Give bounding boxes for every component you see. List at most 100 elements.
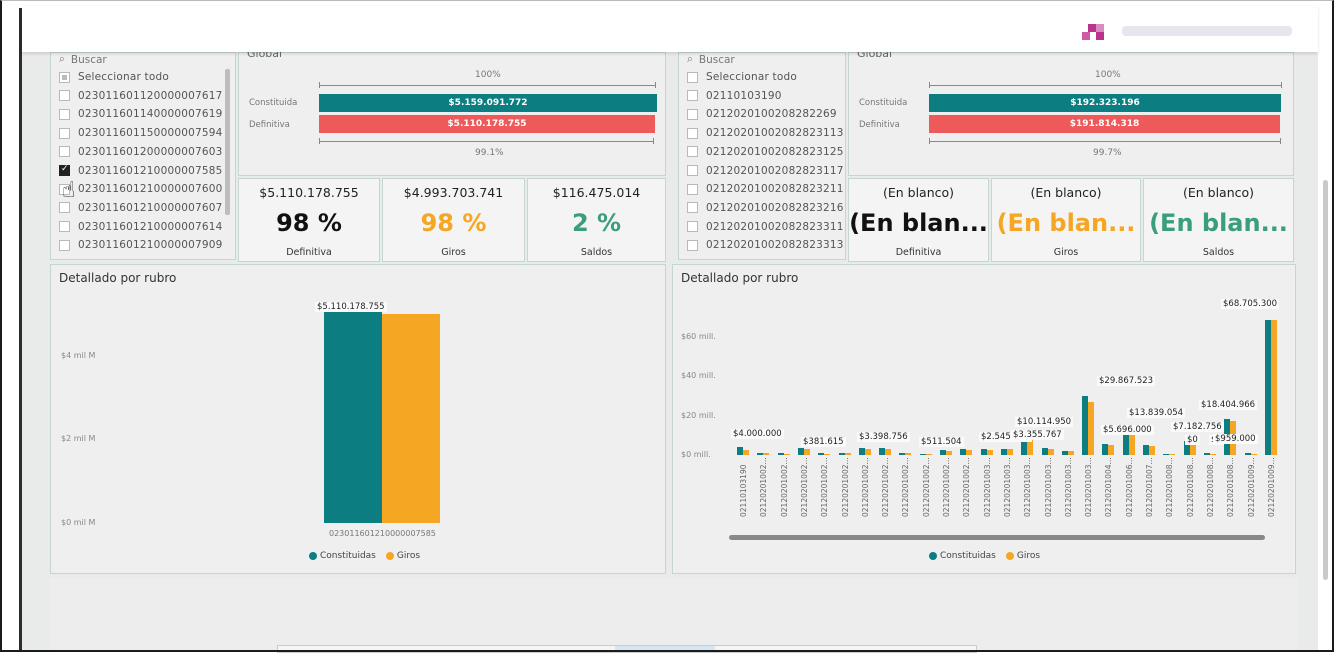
bar-giros[interactable] <box>925 454 932 455</box>
slicer-item[interactable]: 023011601150000007594 <box>59 125 223 141</box>
bar-giros[interactable] <box>844 453 851 455</box>
bar-giros[interactable] <box>1006 449 1013 455</box>
slicer-item-label: 023011601210000007585 <box>78 164 223 177</box>
y-tick-label: $0 mill. <box>681 450 711 459</box>
constituida-bar[interactable]: $5.159.091.772 <box>319 94 657 112</box>
slicer-item[interactable]: 02120201002082823113 <box>687 125 844 141</box>
slicer-item[interactable]: 023011601210000007607 <box>59 200 223 216</box>
legend-item[interactable]: Constituidas <box>929 551 996 561</box>
constituida-bar-value: $5.159.091.772 <box>448 98 528 108</box>
x-category-label: 02120201003... <box>1084 457 1094 517</box>
slicer-item[interactable]: 02110103190 <box>687 88 782 104</box>
checkbox[interactable] <box>687 239 698 251</box>
checkbox[interactable] <box>59 164 70 176</box>
slicer-item[interactable]: 02120201002082823125 <box>687 144 844 160</box>
bar-giros[interactable] <box>1209 454 1216 455</box>
checkbox[interactable] <box>59 90 70 102</box>
checkbox[interactable] <box>59 146 70 158</box>
bar-giros[interactable] <box>1067 451 1074 455</box>
slicer-item[interactable]: 023011601200000007603 <box>59 144 223 160</box>
bar-giros[interactable] <box>743 450 749 455</box>
checkbox[interactable] <box>59 202 70 214</box>
global-bottom-tick-left <box>929 138 930 144</box>
kpi-card-saldos: $116.475.014 2 % Saldos <box>527 178 666 262</box>
checkbox[interactable] <box>687 146 698 158</box>
bar-giros[interactable] <box>1047 449 1054 455</box>
slicer-item[interactable]: 023011601120000007617 <box>59 88 223 104</box>
legend-label: Constituidas <box>940 551 996 561</box>
slicer-search[interactable]: ⌕ Buscar <box>59 53 107 66</box>
checkbox[interactable] <box>59 239 70 251</box>
bar-giros[interactable] <box>1149 446 1155 455</box>
bar-giros[interactable] <box>1169 454 1176 455</box>
slicer-scrollbar[interactable] <box>225 69 230 215</box>
bar-giros[interactable] <box>763 453 770 455</box>
window-edge <box>19 8 22 652</box>
checkbox[interactable] <box>687 165 698 176</box>
bar1-label: Constituida <box>859 98 908 108</box>
chart-title: Detallado por rubro <box>59 271 177 285</box>
checkbox[interactable] <box>59 127 70 139</box>
slicer-search[interactable]: ⌕ Buscar <box>687 53 735 66</box>
checkbox[interactable] <box>687 183 698 195</box>
bar-giros[interactable] <box>1128 433 1135 455</box>
bar-giros[interactable] <box>803 449 810 455</box>
slicer-item[interactable]: 023011601210000007614 <box>59 219 223 235</box>
slicer-item[interactable]: 023011601210000007909 <box>59 237 223 253</box>
definitiva-bar[interactable]: $5.110.178.755 <box>319 115 655 133</box>
bar-giros[interactable] <box>382 314 440 523</box>
slicer-item[interactable]: 023011601210000007600 <box>59 181 223 197</box>
legend-item[interactable]: Giros <box>385 551 421 561</box>
slicer-item[interactable]: 023011601210000007585 <box>59 163 223 179</box>
legend-item[interactable]: Giros <box>1005 551 1040 561</box>
y-tick-label: $60 mill. <box>681 331 716 341</box>
slicer-item[interactable]: 02120201002082823311 <box>687 219 844 235</box>
checkbox[interactable] <box>687 90 698 102</box>
global-bottom-tick-right <box>653 138 654 144</box>
left-detail-chart: Detallado por rubro $0 mil M $2 mil M $4 m… <box>50 264 666 574</box>
bar-giros[interactable] <box>783 453 790 455</box>
x-category-label: 02120201002... <box>901 457 911 517</box>
kpi-label: Saldos <box>1202 247 1235 258</box>
checkbox[interactable] <box>59 71 70 83</box>
checkbox[interactable] <box>687 202 698 214</box>
bar-giros[interactable] <box>824 453 831 455</box>
select-all-item[interactable]: Seleccionar todo <box>687 69 797 85</box>
legend-label: Giros <box>396 551 421 561</box>
checkbox[interactable] <box>687 221 698 233</box>
bar-giros[interactable] <box>966 450 973 455</box>
x-category-label: 02120201002... <box>820 457 830 517</box>
kpi-label: Saldos <box>580 247 613 258</box>
constituida-bar[interactable]: $192.323.196 <box>929 94 1281 112</box>
brand-logo-text <box>1122 26 1292 36</box>
slicer-item[interactable]: 02120201002082823313 <box>687 237 844 253</box>
x-category-label: 02120201008... <box>1185 457 1195 517</box>
slicer-item[interactable]: 02120201002082823216 <box>687 200 844 216</box>
bar-giros[interactable] <box>1270 319 1277 455</box>
checkbox[interactable] <box>59 108 70 120</box>
page-scrollbar[interactable] <box>1323 180 1328 580</box>
bar-giros[interactable] <box>905 453 912 455</box>
bar-giros[interactable] <box>946 450 952 455</box>
bar-giros[interactable] <box>1088 401 1095 455</box>
slicer-item[interactable]: 0212020100208282269 <box>687 106 837 122</box>
checkbox[interactable] <box>59 221 70 233</box>
slicer-item[interactable]: 02120201002082823117 <box>687 163 844 179</box>
select-all-item[interactable]: Seleccionar todo <box>59 69 169 85</box>
bar-giros[interactable] <box>1250 454 1257 455</box>
definitiva-bar[interactable]: $191.814.318 <box>929 115 1280 133</box>
bar-giros[interactable] <box>1108 445 1115 455</box>
checkbox[interactable] <box>687 127 698 139</box>
checkbox[interactable] <box>687 108 698 120</box>
slicer-item[interactable]: 02120201002082823211 <box>687 181 844 197</box>
bar-giros[interactable] <box>986 449 993 455</box>
bar-giros[interactable] <box>864 449 871 455</box>
bar-constituidas[interactable] <box>324 307 382 523</box>
legend-item[interactable]: Constituidas <box>309 551 376 561</box>
slicer-item[interactable]: 023011601140000007619 <box>59 106 223 122</box>
checkbox[interactable] <box>687 71 698 83</box>
chart-legend: Constituidas Giros <box>929 551 1040 561</box>
kpi-card-saldos: (En blanco) (En blan... Saldos <box>1143 178 1294 262</box>
bar-giros[interactable] <box>885 448 892 455</box>
chart-horizontal-scrollbar[interactable] <box>729 535 1265 540</box>
